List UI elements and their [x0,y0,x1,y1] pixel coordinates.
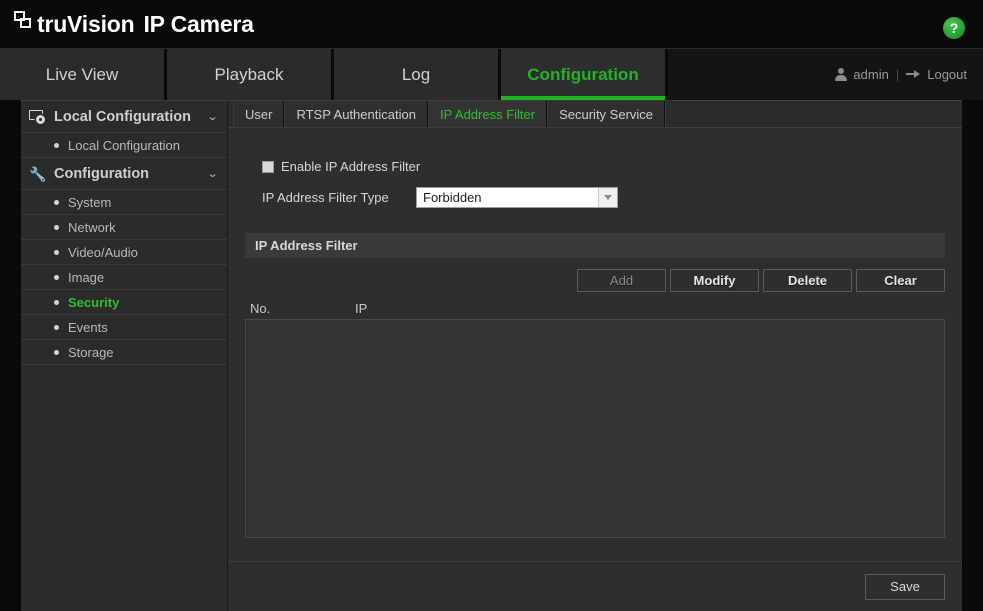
add-button[interactable]: Add [577,269,666,292]
sidebar: Local Configuration ⌄ Local Configuratio… [21,100,228,611]
sidebar-item-label: Local Configuration [68,137,181,153]
brand-name: truVision [37,10,135,37]
nav-separator: | [895,67,900,82]
sidebar-group-label: Configuration [54,165,150,182]
sidebar-item-label: Image [68,269,105,285]
security-subtabs: User RTSP Authentication IP Address Filt… [228,101,962,128]
person-icon [835,68,848,81]
brand: truVision IP Camera [0,11,254,37]
bullet-icon [54,142,59,148]
sidebar-item-storage[interactable]: Storage [21,340,227,365]
tab-rtsp-authentication[interactable]: RTSP Authentication [284,101,428,127]
sidebar-item-image[interactable]: Image [21,265,227,290]
enable-ip-address-filter-label: Enable IP Address Filter [281,159,421,174]
column-header-ip: IP [355,301,368,316]
chevron-down-icon[interactable]: ⌄ [206,110,218,123]
tab-security-service[interactable]: Security Service [547,101,666,127]
logout-label: Logout [927,67,967,82]
tab-ip-address-filter[interactable]: IP Address Filter [427,101,548,127]
current-user[interactable]: admin [835,67,889,82]
filter-type-select[interactable]: Forbidden [416,187,618,208]
nav-tab-log[interactable]: Log [334,49,501,100]
sidebar-group-local-configuration[interactable]: Local Configuration ⌄ [21,101,227,133]
bullet-icon [54,249,59,255]
sidebar-item-video-audio[interactable]: Video/Audio [21,240,227,265]
app-header: truVision IP Camera ? [0,0,983,48]
enable-ip-address-filter-checkbox[interactable] [262,160,274,173]
brand-model: IP Camera [143,10,254,37]
filter-type-row: IP Address Filter Type Forbidden [262,187,945,208]
help-icon[interactable]: ? [943,17,965,39]
nav-tab-live-view[interactable]: Live View [0,49,167,100]
bullet-icon [54,199,59,205]
sidebar-item-label: Security [68,294,120,310]
chevron-down-icon[interactable]: ⌄ [206,167,218,180]
main-navigation: Live View Playback Log Configuration adm… [0,48,983,100]
subtabs-filler [665,101,962,127]
brand-text: truVision IP Camera [37,10,254,37]
sidebar-item-security[interactable]: Security [21,290,227,315]
nav-tab-configuration[interactable]: Configuration [501,49,668,100]
bullet-icon [54,274,59,280]
enable-filter-row: Enable IP Address Filter [262,159,945,174]
tab-user[interactable]: User [233,101,285,127]
sidebar-item-network[interactable]: Network [21,215,227,240]
chevron-down-icon[interactable] [598,188,617,207]
delete-button[interactable]: Delete [763,269,852,292]
content-area: User RTSP Authentication IP Address Filt… [228,100,983,611]
ip-filter-section-title: IP Address Filter [245,233,945,258]
sidebar-item-label: Storage [68,344,114,360]
column-header-no: No. [250,301,271,316]
bullet-icon [54,324,59,330]
sidebar-item-local-configuration[interactable]: Local Configuration [21,133,227,158]
panel-footer: Save [228,561,962,611]
content-panel: User RTSP Authentication IP Address Filt… [228,100,962,611]
nav-tab-playback[interactable]: Playback [167,49,334,100]
monitor-gear-icon [29,109,47,125]
sidebar-group-configuration[interactable]: 🔧 Configuration ⌄ [21,158,227,190]
ip-filter-action-buttons: Add Modify Delete Clear [245,269,945,292]
logout-arrow-icon [906,69,921,80]
page-body: Local Configuration ⌄ Local Configuratio… [0,100,983,611]
sidebar-wrapper: Local Configuration ⌄ Local Configuratio… [0,100,228,611]
sidebar-group-label: Local Configuration [54,108,191,125]
bullet-icon [54,299,59,305]
bullet-icon [54,224,59,230]
table-body-empty[interactable] [245,320,945,538]
filter-type-value: Forbidden [423,190,482,205]
wrench-icon: 🔧 [29,165,47,182]
bullet-icon [54,349,59,355]
sidebar-item-system[interactable]: System [21,190,227,215]
stacked-squares-logo-icon [14,11,34,33]
sidebar-item-events[interactable]: Events [21,315,227,340]
user-name: admin [853,67,889,82]
nav-user-area: admin | Logout [668,49,983,100]
sidebar-item-label: System [68,194,112,210]
sidebar-item-label: Video/Audio [68,244,138,260]
clear-button[interactable]: Clear [856,269,945,292]
filter-type-label: IP Address Filter Type [262,190,389,205]
sidebar-item-label: Events [68,319,108,335]
ip-address-filter-panel: Enable IP Address Filter IP Address Filt… [228,128,962,561]
logout-button[interactable]: Logout [906,67,967,82]
save-button[interactable]: Save [865,573,945,600]
ip-filter-table: No. IP [245,298,945,538]
table-header-row: No. IP [245,298,945,320]
modify-button[interactable]: Modify [670,269,759,292]
sidebar-item-label: Network [68,219,116,235]
